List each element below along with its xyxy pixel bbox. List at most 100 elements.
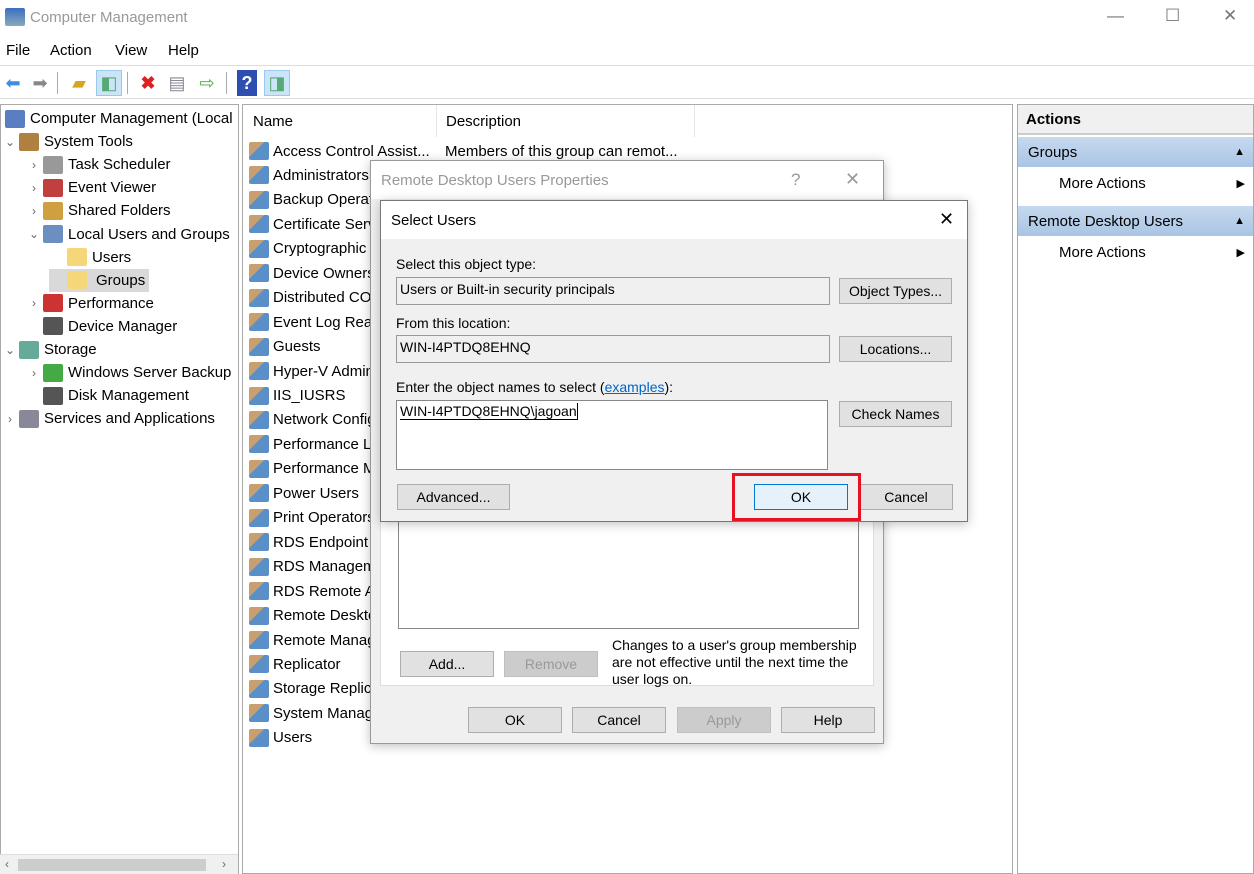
group-icon <box>249 508 269 527</box>
expand-toggle-icon[interactable]: › <box>1 412 19 426</box>
group-icon <box>249 606 269 625</box>
tree-item[interactable]: ⌄ Local Users and Groups <box>25 223 230 246</box>
tree-item[interactable]: Computer Management (Local <box>1 107 233 130</box>
tree-node-icon <box>43 178 63 197</box>
object-names-input[interactable]: WIN-I4PTDQ8EHNQ\jagoan <box>396 400 828 470</box>
group-icon <box>249 362 269 381</box>
apply-button[interactable]: Apply <box>677 707 771 733</box>
show-hide-tree-icon[interactable]: ◧ <box>96 70 122 96</box>
expand-toggle-icon[interactable]: › <box>25 366 43 380</box>
menu-file[interactable]: File <box>6 42 30 59</box>
maximize-button[interactable]: ☐ <box>1165 6 1180 26</box>
title-bar: Computer Management — ☐ ✕ <box>0 0 1254 36</box>
tree-item-label: Device Manager <box>68 317 178 335</box>
expand-toggle-icon[interactable]: ⌄ <box>25 227 43 241</box>
properties-icon[interactable]: ▤ <box>164 70 190 96</box>
tree-item-label: Storage <box>44 341 97 358</box>
expand-toggle-icon[interactable]: › <box>25 204 43 218</box>
row-description: Members of this group can remot... <box>445 142 678 160</box>
examples-link[interactable]: examples <box>605 379 665 395</box>
submenu-arrow-icon: ▶ <box>1236 177 1245 190</box>
tree-node-icon <box>43 294 63 313</box>
tree-item[interactable]: Users <box>49 246 131 269</box>
remove-button[interactable]: Remove <box>504 651 598 677</box>
cancel-button[interactable]: Cancel <box>572 707 666 733</box>
ok-button[interactable]: OK <box>468 707 562 733</box>
section-title: Groups <box>1028 143 1078 161</box>
section-title: Remote Desktop Users <box>1028 212 1184 230</box>
tree-node-icon <box>43 201 63 220</box>
tree-item-label: Performance <box>68 294 154 312</box>
minimize-button[interactable]: — <box>1107 6 1124 26</box>
tree-node-icon <box>43 317 63 336</box>
tree-item[interactable]: Groups <box>49 268 150 292</box>
tree-item[interactable]: › Services and Applications <box>1 407 215 430</box>
export-list-icon[interactable]: ⇨ <box>194 70 220 96</box>
help-icon[interactable]: ? <box>791 170 800 190</box>
tree-item[interactable]: ⌄ Storage <box>1 338 97 361</box>
row-name: Access Control Assist... <box>273 142 430 160</box>
tree-item[interactable]: Device Manager <box>25 315 177 338</box>
tree-item[interactable]: › Task Scheduler <box>25 153 171 176</box>
expand-toggle-icon[interactable]: ⌄ <box>1 343 19 357</box>
add-button[interactable]: Add... <box>400 651 494 677</box>
tree-item-label: Groups <box>96 271 146 289</box>
advanced-button[interactable]: Advanced... <box>397 484 510 510</box>
tree-item[interactable]: › Performance <box>25 292 154 315</box>
group-icon <box>249 337 269 356</box>
more-actions-remote-desktop-users[interactable]: More Actions ▶ <box>1059 237 1253 267</box>
group-icon <box>249 313 269 332</box>
expand-toggle-icon[interactable]: › <box>25 181 43 195</box>
actions-section-remote-desktop-users[interactable]: Remote Desktop Users ▲ <box>1018 206 1253 236</box>
menu-help[interactable]: Help <box>168 42 199 59</box>
more-actions-label: More Actions <box>1059 243 1146 261</box>
tree-node-icon <box>67 271 87 290</box>
help-button[interactable]: Help <box>781 707 875 733</box>
tree-node-icon <box>19 340 39 359</box>
check-names-button[interactable]: Check Names <box>839 401 952 427</box>
membership-note: Changes to a user's group membership are… <box>612 637 857 687</box>
tree-item[interactable]: › Shared Folders <box>25 199 171 222</box>
expand-toggle-icon[interactable]: › <box>25 158 43 172</box>
group-icon <box>249 166 269 185</box>
menu-view[interactable]: View <box>115 42 147 59</box>
show-hide-action-pane-icon[interactable]: ◨ <box>264 70 290 96</box>
group-icon <box>249 655 269 674</box>
tree-item-label: Event Viewer <box>68 179 157 197</box>
submenu-arrow-icon: ▶ <box>1236 246 1245 259</box>
group-icon <box>249 386 269 405</box>
actions-pane: Actions Groups ▲ More Actions ▶ Remote Des… <box>1017 104 1254 874</box>
tree-item[interactable]: Disk Management <box>25 384 189 407</box>
object-type-label: Select this object type: <box>396 256 537 272</box>
back-icon[interactable]: ⬅ <box>0 70 26 96</box>
delete-icon[interactable]: ✖ <box>135 70 161 96</box>
close-icon[interactable]: ✕ <box>845 169 860 190</box>
up-folder-icon[interactable]: ▰ <box>66 70 92 96</box>
locations-button[interactable]: Locations... <box>839 336 952 362</box>
actions-section-groups[interactable]: Groups ▲ <box>1018 137 1253 167</box>
help-icon[interactable]: ? <box>237 70 257 96</box>
tree-item[interactable]: ⌄ System Tools <box>1 130 133 153</box>
close-icon[interactable]: ✕ <box>939 209 954 230</box>
tree-item[interactable]: › Windows Server Backup <box>25 361 231 384</box>
tree-node-icon <box>19 132 39 151</box>
tree-item[interactable]: › Event Viewer <box>25 176 156 199</box>
tree-node-icon <box>67 248 87 267</box>
toolbar: ⬅ ➡ ▰ ◧ ✖ ▤ ⇨ ? ◨ <box>0 67 1254 99</box>
close-button[interactable]: ✕ <box>1223 6 1237 26</box>
column-header-description[interactable]: Description <box>437 105 695 137</box>
more-actions-groups[interactable]: More Actions ▶ <box>1059 168 1253 198</box>
object-types-button[interactable]: Object Types... <box>839 278 952 304</box>
group-icon <box>249 215 269 234</box>
forward-icon[interactable]: ➡ <box>27 70 53 96</box>
expand-toggle-icon[interactable]: › <box>25 296 43 310</box>
group-icon <box>249 264 269 283</box>
group-icon <box>249 557 269 576</box>
menu-action[interactable]: Action <box>50 42 92 59</box>
tree-horizontal-scrollbar[interactable]: ‹ › <box>0 854 238 874</box>
column-header-name[interactable]: Name <box>243 105 437 137</box>
tree-item-label: Windows Server Backup <box>68 364 232 382</box>
cancel-button[interactable]: Cancel <box>859 484 953 510</box>
expand-toggle-icon[interactable]: ⌄ <box>1 135 19 149</box>
collapse-icon: ▲ <box>1234 146 1245 158</box>
